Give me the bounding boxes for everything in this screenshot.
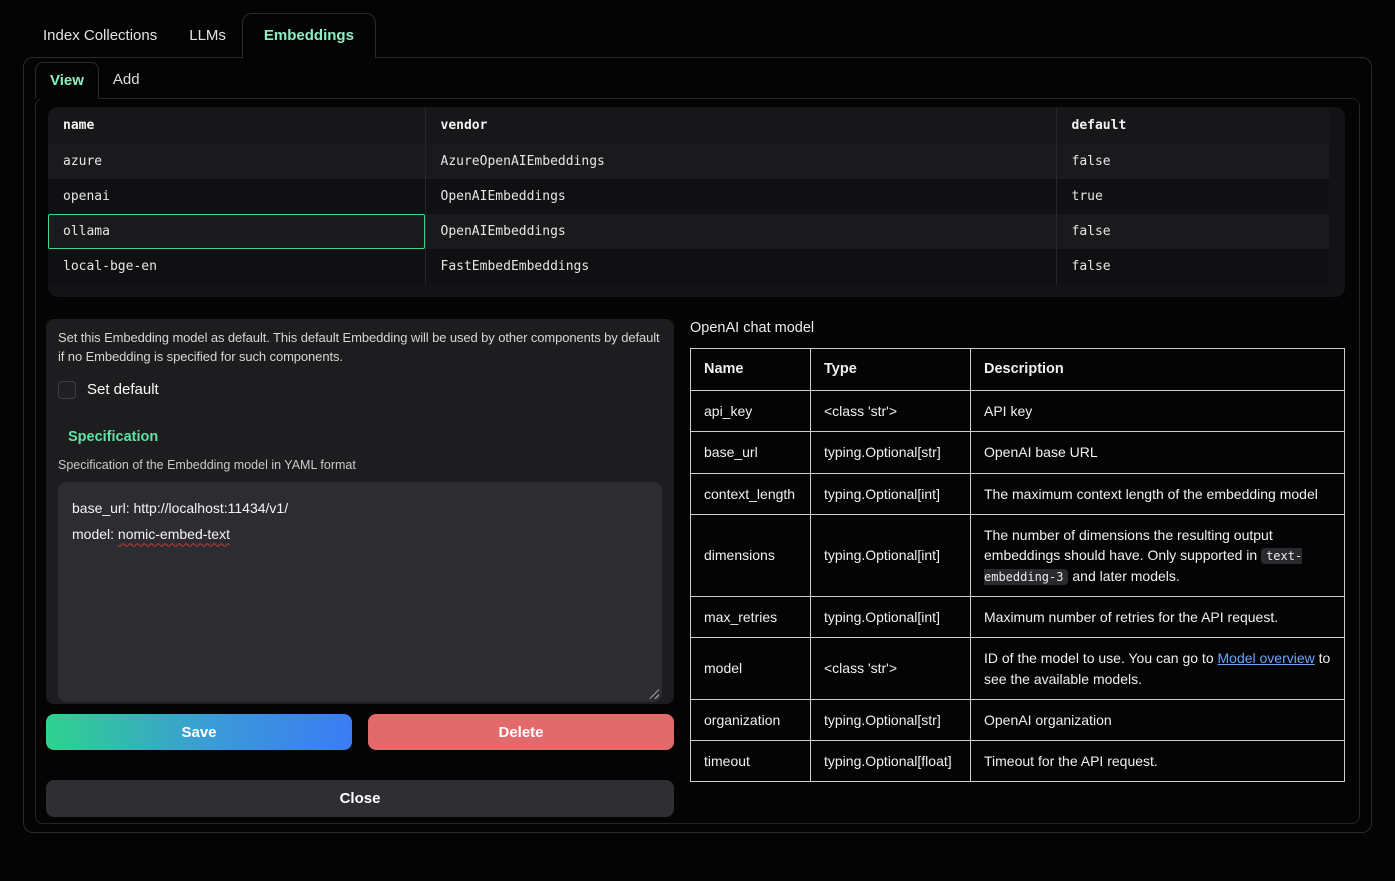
embedding-row-ollama[interactable]: ollamaOpenAIEmbeddingsfalse <box>48 214 1329 249</box>
yaml-line-2: model: nomic-embed-text <box>72 521 648 548</box>
schema-cell-name: context_length <box>691 473 811 514</box>
textarea-resize-handle[interactable] <box>649 689 659 699</box>
schema-cell-description: Maximum number of retries for the API re… <box>971 596 1345 637</box>
cell-default[interactable]: false <box>1056 144 1329 179</box>
schema-row-dimensions: dimensionstyping.Optional[int]The number… <box>691 514 1345 596</box>
tab-embeddings[interactable]: Embeddings <box>242 13 376 58</box>
cell-default[interactable]: false <box>1056 214 1329 249</box>
schema-cell-description: The number of dimensions the resulting o… <box>971 514 1345 596</box>
schema-column: OpenAI chat model Name Type Description … <box>690 319 1345 817</box>
schema-cell-description: ID of the model to use. You can go to Mo… <box>971 638 1345 700</box>
schema-cell-type: typing.Optional[int] <box>811 596 971 637</box>
tab-index-collections[interactable]: Index Collections <box>27 13 173 57</box>
schema-cell-name: dimensions <box>691 514 811 596</box>
yaml-spec-textarea[interactable]: base_url: http://localhost:11434/v1/ mod… <box>58 482 662 702</box>
schema-cell-type: <class 'str'> <box>811 391 971 432</box>
schema-table: Name Type Description api_key<class 'str… <box>690 348 1345 782</box>
cell-name[interactable]: openai <box>48 179 425 214</box>
view-tab-panel: name vendor default azureAzureOpenAIEmbe… <box>35 98 1360 824</box>
set-default-label: Set default <box>87 381 159 398</box>
cell-name[interactable]: ollama <box>48 214 425 249</box>
embeddings-table-header: name vendor default <box>48 107 1329 144</box>
schema-cell-type: <class 'str'> <box>811 638 971 700</box>
schema-cell-name: api_key <box>691 391 811 432</box>
cell-default[interactable]: false <box>1056 249 1329 284</box>
schema-column-type: Type <box>811 349 971 391</box>
main-tab-bar: Index Collections LLMs Embeddings <box>0 0 1395 57</box>
action-buttons-row: Save Delete <box>46 714 674 750</box>
schema-cell-name: organization <box>691 699 811 740</box>
default-and-spec-card: Set this Embedding model as default. Thi… <box>46 319 674 704</box>
schema-cell-name: model <box>691 638 811 700</box>
schema-cell-type: typing.Optional[int] <box>811 514 971 596</box>
schema-cell-name: base_url <box>691 432 811 473</box>
subtab-view[interactable]: View <box>35 62 99 99</box>
delete-button[interactable]: Delete <box>368 714 674 750</box>
schema-table-header: Name Type Description <box>691 349 1345 391</box>
cell-vendor[interactable]: OpenAIEmbeddings <box>425 214 1056 249</box>
subtab-add[interactable]: Add <box>99 62 154 98</box>
embeddings-panel: View Add name vendor default azureAzureO… <box>23 57 1372 833</box>
schema-cell-description: OpenAI organization <box>971 699 1345 740</box>
set-default-checkbox[interactable] <box>58 381 76 399</box>
schema-cell-type: typing.Optional[str] <box>811 432 971 473</box>
embeddings-table-card: name vendor default azureAzureOpenAIEmbe… <box>48 107 1345 297</box>
schema-column-description: Description <box>971 349 1345 391</box>
embedding-row-local-bge-en[interactable]: local-bge-enFastEmbedEmbeddingsfalse <box>48 249 1329 284</box>
schema-row-timeout: timeouttyping.Optional[float]Timeout for… <box>691 741 1345 782</box>
column-header-vendor: vendor <box>425 107 1056 144</box>
cell-vendor[interactable]: FastEmbedEmbeddings <box>425 249 1056 284</box>
schema-row-organization: organizationtyping.Optional[str]OpenAI o… <box>691 699 1345 740</box>
edit-column: Set this Embedding model as default. Thi… <box>46 319 674 817</box>
schema-cell-description: The maximum context length of the embedd… <box>971 473 1345 514</box>
schema-column-name: Name <box>691 349 811 391</box>
yaml-line-1: base_url: http://localhost:11434/v1/ <box>72 495 648 522</box>
embedding-row-azure[interactable]: azureAzureOpenAIEmbeddingsfalse <box>48 144 1329 179</box>
set-default-checkbox-row[interactable]: Set default <box>58 381 662 399</box>
schema-row-base_url: base_urltyping.Optional[str]OpenAI base … <box>691 432 1345 473</box>
schema-title: OpenAI chat model <box>690 320 1345 336</box>
detail-section: Set this Embedding model as default. Thi… <box>36 297 1359 817</box>
model-overview-link[interactable]: Model overview <box>1218 650 1315 666</box>
schema-cell-type: typing.Optional[str] <box>811 699 971 740</box>
embedding-row-openai[interactable]: openaiOpenAIEmbeddingstrue <box>48 179 1329 214</box>
cell-default[interactable]: true <box>1056 179 1329 214</box>
yaml-misspelled-word: nomic-embed-text <box>118 526 230 542</box>
set-default-description: Set this Embedding model as default. Thi… <box>58 329 662 367</box>
sub-tab-bar: View Add <box>24 58 1371 98</box>
schema-cell-name: max_retries <box>691 596 811 637</box>
schema-cell-description: API key <box>971 391 1345 432</box>
schema-row-api_key: api_key<class 'str'>API key <box>691 391 1345 432</box>
cell-name[interactable]: azure <box>48 144 425 179</box>
close-button[interactable]: Close <box>46 780 674 817</box>
column-header-default: default <box>1056 107 1329 144</box>
cell-vendor[interactable]: AzureOpenAIEmbeddings <box>425 144 1056 179</box>
schema-cell-type: typing.Optional[int] <box>811 473 971 514</box>
cell-vendor[interactable]: OpenAIEmbeddings <box>425 179 1056 214</box>
schema-row-max_retries: max_retriestyping.Optional[int]Maximum n… <box>691 596 1345 637</box>
schema-cell-name: timeout <box>691 741 811 782</box>
specification-subtitle: Specification of the Embedding model in … <box>58 458 662 472</box>
tab-llms[interactable]: LLMs <box>173 13 242 57</box>
embeddings-table: name vendor default azureAzureOpenAIEmbe… <box>48 107 1329 284</box>
schema-cell-description: Timeout for the API request. <box>971 741 1345 782</box>
schema-row-context_length: context_lengthtyping.Optional[int]The ma… <box>691 473 1345 514</box>
schema-cell-type: typing.Optional[float] <box>811 741 971 782</box>
column-header-name: name <box>48 107 425 144</box>
specification-heading: Specification <box>68 429 662 445</box>
schema-row-model: model<class 'str'>ID of the model to use… <box>691 638 1345 700</box>
schema-cell-description: OpenAI base URL <box>971 432 1345 473</box>
cell-name[interactable]: local-bge-en <box>48 249 425 284</box>
save-button[interactable]: Save <box>46 714 352 750</box>
